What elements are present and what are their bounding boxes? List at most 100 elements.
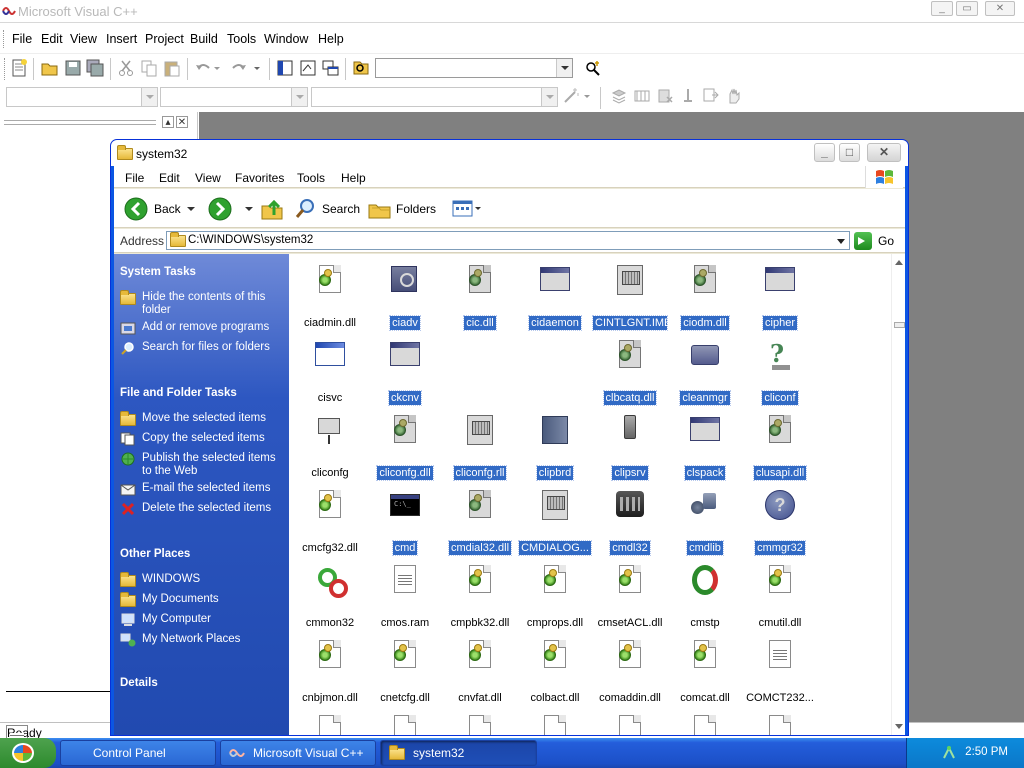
output-window-icon[interactable]: [299, 59, 317, 77]
system-tasks-header[interactable]: System Tasks: [120, 266, 196, 278]
file-item-partial[interactable]: [593, 714, 667, 735]
file-item[interactable]: cmos.ram: [368, 564, 442, 633]
place-my-network[interactable]: My Network Places: [120, 633, 285, 647]
menu-edit[interactable]: Edit: [41, 32, 63, 46]
explorer-menu-favorites[interactable]: Favorites: [235, 171, 284, 185]
compile-icon[interactable]: [610, 87, 628, 105]
menu-help[interactable]: Help: [318, 32, 344, 46]
file-item[interactable]: comaddin.dll: [593, 639, 667, 708]
task-email-items[interactable]: E-mail the selected items: [120, 482, 285, 496]
file-item[interactable]: cmpbk32.dll: [443, 564, 517, 633]
file-item[interactable]: clipbrd: [518, 414, 592, 483]
file-item-partial[interactable]: [518, 714, 592, 735]
explorer-maximize-button[interactable]: □: [839, 143, 860, 162]
file-item[interactable]: ? cliconf: [743, 339, 817, 408]
members-combo[interactable]: [311, 87, 558, 107]
views-button[interactable]: [452, 195, 482, 223]
file-item[interactable]: clbcatq.dll: [593, 339, 667, 408]
start-button[interactable]: [0, 738, 56, 768]
class-combo-arrow[interactable]: [141, 88, 157, 106]
forward-dropdown-icon[interactable]: [244, 195, 254, 223]
class-combo[interactable]: [6, 87, 158, 107]
network-tray-icon[interactable]: [941, 745, 957, 761]
paste-icon[interactable]: [163, 59, 181, 77]
workspace-maximize-icon[interactable]: ▴: [162, 116, 174, 128]
explorer-title-bar[interactable]: system32 _ □ ✕: [111, 140, 908, 166]
other-places-header[interactable]: Other Places: [120, 548, 190, 560]
explorer-menu-help[interactable]: Help: [341, 171, 366, 185]
file-item[interactable]: cmsetACL.dll: [593, 564, 667, 633]
file-item-partial[interactable]: [743, 714, 817, 735]
file-item-partial[interactable]: [443, 714, 517, 735]
wizard-dropdown-icon[interactable]: [582, 87, 592, 105]
build-icon[interactable]: [633, 87, 651, 105]
task-hide-contents[interactable]: Hide the contents of this folder: [120, 290, 285, 317]
file-item[interactable]: cisvc: [293, 339, 367, 408]
save-all-icon[interactable]: [86, 59, 104, 77]
file-tasks-header[interactable]: File and Folder Tasks: [120, 387, 237, 399]
file-item[interactable]: cmstp: [668, 564, 742, 633]
menu-build[interactable]: Build: [190, 32, 218, 46]
file-item[interactable]: cic.dll: [443, 264, 517, 333]
file-item[interactable]: cliconfg.rll: [443, 414, 517, 483]
breakpoint-hand-icon[interactable]: [725, 87, 743, 105]
file-item[interactable]: ciadv: [368, 264, 442, 333]
workspace-icon[interactable]: [276, 59, 294, 77]
file-item[interactable]: cleanmgr: [668, 339, 742, 408]
file-item[interactable]: cmdl32: [593, 489, 667, 558]
file-item[interactable]: clspack: [668, 414, 742, 483]
taskbar-control-panel[interactable]: Control Panel: [60, 740, 216, 766]
task-search-files[interactable]: Search for files or folders: [120, 341, 285, 355]
taskbar-system32[interactable]: system32: [380, 740, 537, 766]
explorer-menu-edit[interactable]: Edit: [159, 171, 180, 185]
menu-project[interactable]: Project: [145, 32, 184, 46]
cut-icon[interactable]: [117, 59, 135, 77]
explorer-menu-tools[interactable]: Tools: [297, 171, 325, 185]
menubar-grip[interactable]: [3, 30, 6, 48]
menu-insert[interactable]: Insert: [106, 32, 137, 46]
stop-build-icon[interactable]: [656, 87, 674, 105]
restore-button[interactable]: ▭: [956, 1, 978, 16]
file-item[interactable]: ? cmmgr32: [743, 489, 817, 558]
file-view[interactable]: ciadmin.dll ciadv cic.dll cidaemon CINTLGNT.…: [289, 254, 891, 735]
redo-dropdown-icon[interactable]: [252, 59, 262, 77]
workspace-close-icon[interactable]: ✕: [176, 116, 188, 128]
file-item[interactable]: colbact.dll: [518, 639, 592, 708]
details-header[interactable]: Details: [120, 677, 158, 689]
wizard-wand-icon[interactable]: [562, 87, 580, 105]
scroll-up-icon[interactable]: [895, 260, 903, 265]
file-item[interactable]: ciodm.dll: [668, 264, 742, 333]
undo-dropdown-icon[interactable]: [212, 59, 222, 77]
task-publish-web[interactable]: Publish the selected items to the Web: [120, 452, 285, 478]
file-item[interactable]: cliconfg.dll: [368, 414, 442, 483]
redo-icon[interactable]: [230, 59, 248, 77]
task-delete-items[interactable]: Delete the selected items: [120, 502, 285, 516]
task-copy-items[interactable]: Copy the selected items: [120, 432, 285, 446]
find-combo[interactable]: [375, 58, 573, 78]
menu-file[interactable]: File: [12, 32, 32, 46]
address-dropdown-icon[interactable]: [833, 232, 849, 249]
copy-icon[interactable]: [140, 59, 158, 77]
menu-tools[interactable]: Tools: [227, 32, 256, 46]
toolbar-grip[interactable]: [4, 58, 5, 80]
folders-button[interactable]: Folders: [368, 195, 436, 223]
file-item[interactable]: cnvfat.dll: [443, 639, 517, 708]
go-button[interactable]: Go: [854, 231, 902, 251]
file-item[interactable]: cipher: [743, 264, 817, 333]
menu-view[interactable]: View: [70, 32, 97, 46]
window-list-icon[interactable]: [322, 59, 340, 77]
find-icon[interactable]: [584, 59, 602, 77]
forward-button[interactable]: [208, 195, 232, 223]
up-folder-button[interactable]: [260, 195, 284, 223]
task-add-remove-programs[interactable]: Add or remove programs: [120, 321, 285, 335]
explorer-minimize-button[interactable]: _: [814, 143, 835, 162]
file-item[interactable]: cidaemon: [518, 264, 592, 333]
members-combo-arrow[interactable]: [541, 88, 557, 106]
file-item[interactable]: COMCT232...: [743, 639, 817, 708]
explorer-menu-file[interactable]: File: [125, 171, 144, 185]
minimize-button[interactable]: _: [931, 1, 953, 16]
file-item-partial[interactable]: [368, 714, 442, 735]
file-item[interactable]: cmcfg32.dll: [293, 489, 367, 558]
file-item[interactable]: cmprops.dll: [518, 564, 592, 633]
place-my-computer[interactable]: My Computer: [120, 613, 285, 627]
